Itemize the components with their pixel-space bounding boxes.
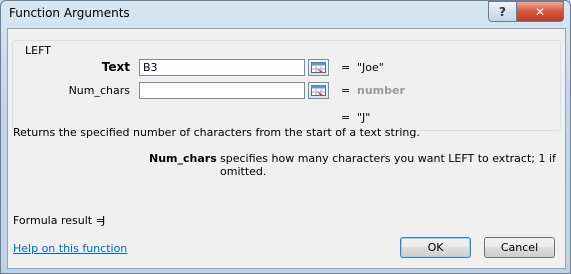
close-button[interactable]: ✕ bbox=[516, 1, 564, 22]
question-icon: ? bbox=[499, 4, 506, 19]
formula-value-equals: = bbox=[341, 111, 351, 124]
num-chars-ref-button[interactable] bbox=[308, 82, 329, 99]
cancel-button[interactable]: Cancel bbox=[484, 237, 555, 258]
ok-button[interactable]: OK bbox=[400, 237, 471, 258]
text-ref-button[interactable] bbox=[308, 59, 329, 76]
dialog-title: Function Arguments bbox=[9, 6, 130, 20]
arg-label-text: Text bbox=[101, 60, 130, 74]
function-arguments-dialog: Function Arguments ? ✕ LEFT Text = "Joe" bbox=[0, 0, 571, 274]
num-chars-result: number bbox=[357, 84, 405, 97]
arg-help-name: Num_chars bbox=[149, 152, 217, 165]
function-description: Returns the specified number of characte… bbox=[13, 126, 420, 139]
title-bar[interactable]: Function Arguments ? ✕ bbox=[1, 1, 570, 27]
dialog-body: LEFT Text = "Joe" Num_chars bbox=[7, 28, 566, 269]
collapse-dialog-icon bbox=[311, 62, 326, 73]
formula-value: "J" bbox=[357, 111, 371, 124]
text-arg-input[interactable] bbox=[139, 59, 305, 76]
function-name: LEFT bbox=[23, 44, 53, 57]
arg-label-num-chars: Num_chars bbox=[68, 84, 130, 97]
arg-help-text: specifies how many characters you want L… bbox=[220, 152, 556, 178]
text-equals: = bbox=[341, 61, 351, 74]
help-on-function-link[interactable]: Help on this function bbox=[13, 242, 127, 255]
formula-result-value: J bbox=[102, 214, 106, 227]
num-chars-arg-input[interactable] bbox=[139, 82, 305, 99]
close-icon: ✕ bbox=[534, 4, 546, 19]
help-button[interactable]: ? bbox=[488, 1, 517, 22]
collapse-dialog-icon bbox=[311, 85, 326, 96]
text-result: "Joe" bbox=[357, 61, 384, 74]
formula-result-label: Formula result = bbox=[13, 214, 105, 227]
num-chars-equals: = bbox=[341, 84, 351, 97]
